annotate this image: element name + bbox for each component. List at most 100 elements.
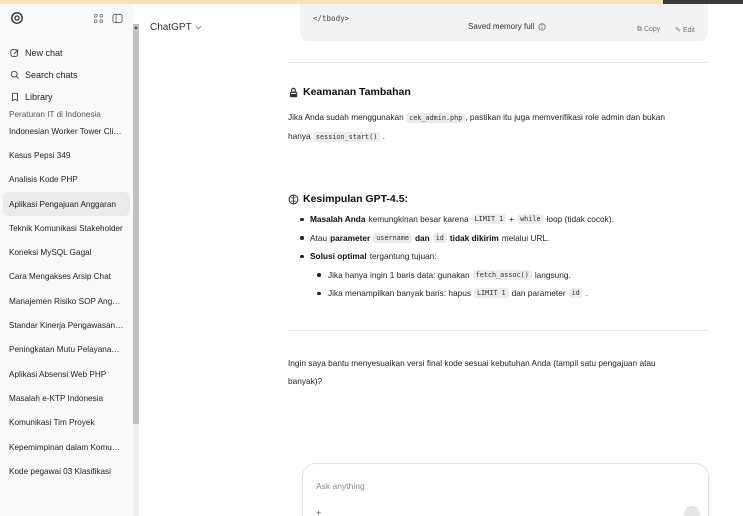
security-text-4: . <box>382 131 385 141</box>
grid-icon[interactable] <box>93 13 104 24</box>
composer-input[interactable]: Ask anything <box>316 481 365 491</box>
sidebar-chat-item[interactable]: Masalah e-KTP Indonesia <box>0 386 133 410</box>
sidebar-scrollbar[interactable] <box>133 24 139 516</box>
sidebar-scrollbar-thumb[interactable] <box>133 24 139 424</box>
list-text: Jika menampilkan banyak baris: hapus <box>328 288 471 299</box>
saved-memory-indicator[interactable]: Saved memory full <box>468 22 546 31</box>
search-chats-label: Search chats <box>25 70 78 80</box>
scroll-up-arrow-icon[interactable]: ▲ <box>133 24 139 32</box>
sidebar-chat-label: Peraturan IT di Indonesia <box>9 110 101 119</box>
sidebar-chat-item[interactable]: Kasus Pepsi 349 <box>0 143 133 167</box>
inline-code: id <box>568 288 583 299</box>
divider <box>288 330 709 331</box>
sidebar-chat-label: Aplikasi Pengajuan Anggaran <box>9 199 116 209</box>
inline-code: LIMIT 1 <box>473 288 509 299</box>
copy-button[interactable]: ⧉ Copy <box>637 26 660 34</box>
bold-text: Solusi optimal <box>310 251 367 262</box>
list-text: langsung. <box>534 269 571 280</box>
sidebar-chat-label: Indonesian Worker Tower Climb <box>9 126 124 136</box>
security-text-1: Jika Anda sudah menggunakan <box>288 112 404 122</box>
inline-code: LIMIT 1 <box>471 214 507 225</box>
conclusion-title: Kesimpulan GPT-4.5: <box>303 193 409 205</box>
sidebar-chat-item[interactable]: Aplikasi Pengajuan Anggaran <box>3 191 130 217</box>
list-text: Jika hanya ingin 1 baris data: gunakan <box>328 269 470 280</box>
sidebar-chat-item[interactable]: Peraturan IT di Indonesia <box>0 103 133 119</box>
security-heading: Keamanan Tambahan <box>288 86 411 98</box>
sidebar-chat-label: Cara Mengakses Arsip Chat <box>9 272 111 282</box>
copy-label: Copy <box>643 26 661 33</box>
inline-code: id <box>432 232 447 243</box>
copy-icon: ⧉ <box>637 26 642 33</box>
sidebar-chat-item[interactable]: Peningkatan Mutu Pelayanan R... <box>0 338 133 362</box>
sidebar-chat-item[interactable]: Standar Kinerja Pengawasan A... <box>0 313 133 337</box>
security-title: Keamanan Tambahan <box>303 86 411 98</box>
edit-icon <box>10 49 19 57</box>
sidebar-chat-label: Komunikasi Tim Proyek <box>9 418 95 428</box>
inline-code: cek_admin.php <box>406 113 466 123</box>
sidebar-chat-label: Kepemimpinan dalam Komunik... <box>9 442 124 452</box>
chevron-down-icon <box>195 25 202 30</box>
inline-code: session_start() <box>312 132 381 142</box>
bold-text: Masalah Anda <box>310 214 366 225</box>
sidebar-chat-label: Masalah e-KTP Indonesia <box>9 393 104 403</box>
sidebar-chat-label: Aplikasi Absensi Web PHP <box>9 369 107 379</box>
sidebar-chat-label: Manajemen Risiko SOP Anggar... <box>9 296 124 306</box>
bold-text: dan <box>414 232 430 243</box>
sidebar-chat-item[interactable]: Cara Mengakses Arsip Chat <box>0 265 133 289</box>
brain-icon <box>288 194 299 204</box>
sidebar-chat-label: Kode pegawai 03 Klasifikasi <box>9 466 111 476</box>
sidebar-chat-label: Standar Kinerja Pengawasan A... <box>9 321 124 331</box>
followup-text-1: Ingin saya bantu menyesuaikan versi fina… <box>288 358 656 368</box>
conclusion-heading: Kesimpulan GPT-4.5: <box>288 193 408 205</box>
list-text: loop (tidak cocok). <box>546 214 614 225</box>
list-item: Solusi optimal tergantung tujuan: <box>300 247 710 266</box>
message-composer[interactable]: Ask anything + <box>302 463 709 516</box>
pencil-icon: ✎ <box>675 27 681 34</box>
inline-code: while <box>517 214 544 225</box>
add-icon[interactable]: + <box>316 508 321 516</box>
library-icon <box>12 92 18 102</box>
sub-list-item: Jika hanya ingin 1 baris data: gunakan f… <box>300 266 710 285</box>
model-switcher[interactable]: ChatGPT <box>150 22 202 33</box>
sub-list-item: Jika menampilkan banyak baris: hapus LIM… <box>300 284 710 303</box>
followup-text-2: banyak)? <box>288 376 323 386</box>
sidebar-chat-item[interactable]: Manajemen Risiko SOP Anggar... <box>0 289 133 313</box>
list-item: Masalah Anda kemungkinan besar karena LI… <box>300 210 710 229</box>
sidebar-chat-label: Peningkatan Mutu Pelayanan R... <box>9 345 124 355</box>
sidebar-chat-item[interactable]: Teknik Komunikasi Stakeholder <box>0 216 133 240</box>
code-tail: </tbody> <box>313 14 350 23</box>
sidebar-chat-item[interactable]: Komunikasi Tim Proyek <box>0 411 133 435</box>
edit-button[interactable]: ✎ Edit <box>675 26 695 34</box>
model-name: ChatGPT <box>150 22 192 33</box>
bold-text: parameter <box>330 232 371 243</box>
list-text: melalui URL. <box>501 232 550 243</box>
inline-code: fetch_assoc() <box>472 269 532 280</box>
security-text-3: hanya <box>288 131 311 141</box>
sidebar: New chat Search chats Library Peraturan … <box>0 4 133 516</box>
sidebar-chat-item[interactable]: Koneksi MySQL Gagal <box>0 240 133 264</box>
sidebar-chat-item[interactable]: Analisis Kode PHP <box>0 168 133 192</box>
divider <box>288 62 709 63</box>
info-icon <box>538 22 546 31</box>
list-text: kemungkinan besar karena <box>368 214 469 225</box>
library-label: Library <box>25 92 53 102</box>
openai-logo-icon[interactable] <box>10 11 24 25</box>
new-chat-button[interactable]: New chat <box>0 42 133 64</box>
saved-memory-label: Saved memory full <box>468 22 535 31</box>
sidebar-chat-item[interactable]: Kepemimpinan dalam Komunik... <box>0 435 133 459</box>
sidebar-chat-item[interactable]: Indonesian Worker Tower Climb <box>0 119 133 143</box>
send-button[interactable] <box>684 506 700 516</box>
chat-history-list: Peraturan IT di Indonesia Indonesian Work… <box>0 103 133 483</box>
sidebar-chat-label: Teknik Komunikasi Stakeholder <box>9 223 123 233</box>
lock-icon <box>289 87 298 97</box>
code-block-footer: </tbody> Saved memory full ⧉ Copy ✎ Edit <box>300 4 708 41</box>
sidebar-chat-label: Analisis Kode PHP <box>9 175 78 185</box>
conclusion-list: Masalah Anda kemungkinan besar karena LI… <box>300 210 710 303</box>
search-chats-button[interactable]: Search chats <box>0 64 133 86</box>
sidebar-chat-item[interactable]: Kode pegawai 03 Klasifikasi <box>0 459 133 483</box>
composer-tools[interactable]: + <box>316 508 321 516</box>
sidebar-toggle-icon[interactable] <box>112 13 123 24</box>
sidebar-chat-label: Kasus Pepsi 349 <box>9 150 71 160</box>
sidebar-chat-item[interactable]: Aplikasi Absensi Web PHP <box>0 362 133 386</box>
list-text: tergantung tujuan: <box>369 251 437 262</box>
